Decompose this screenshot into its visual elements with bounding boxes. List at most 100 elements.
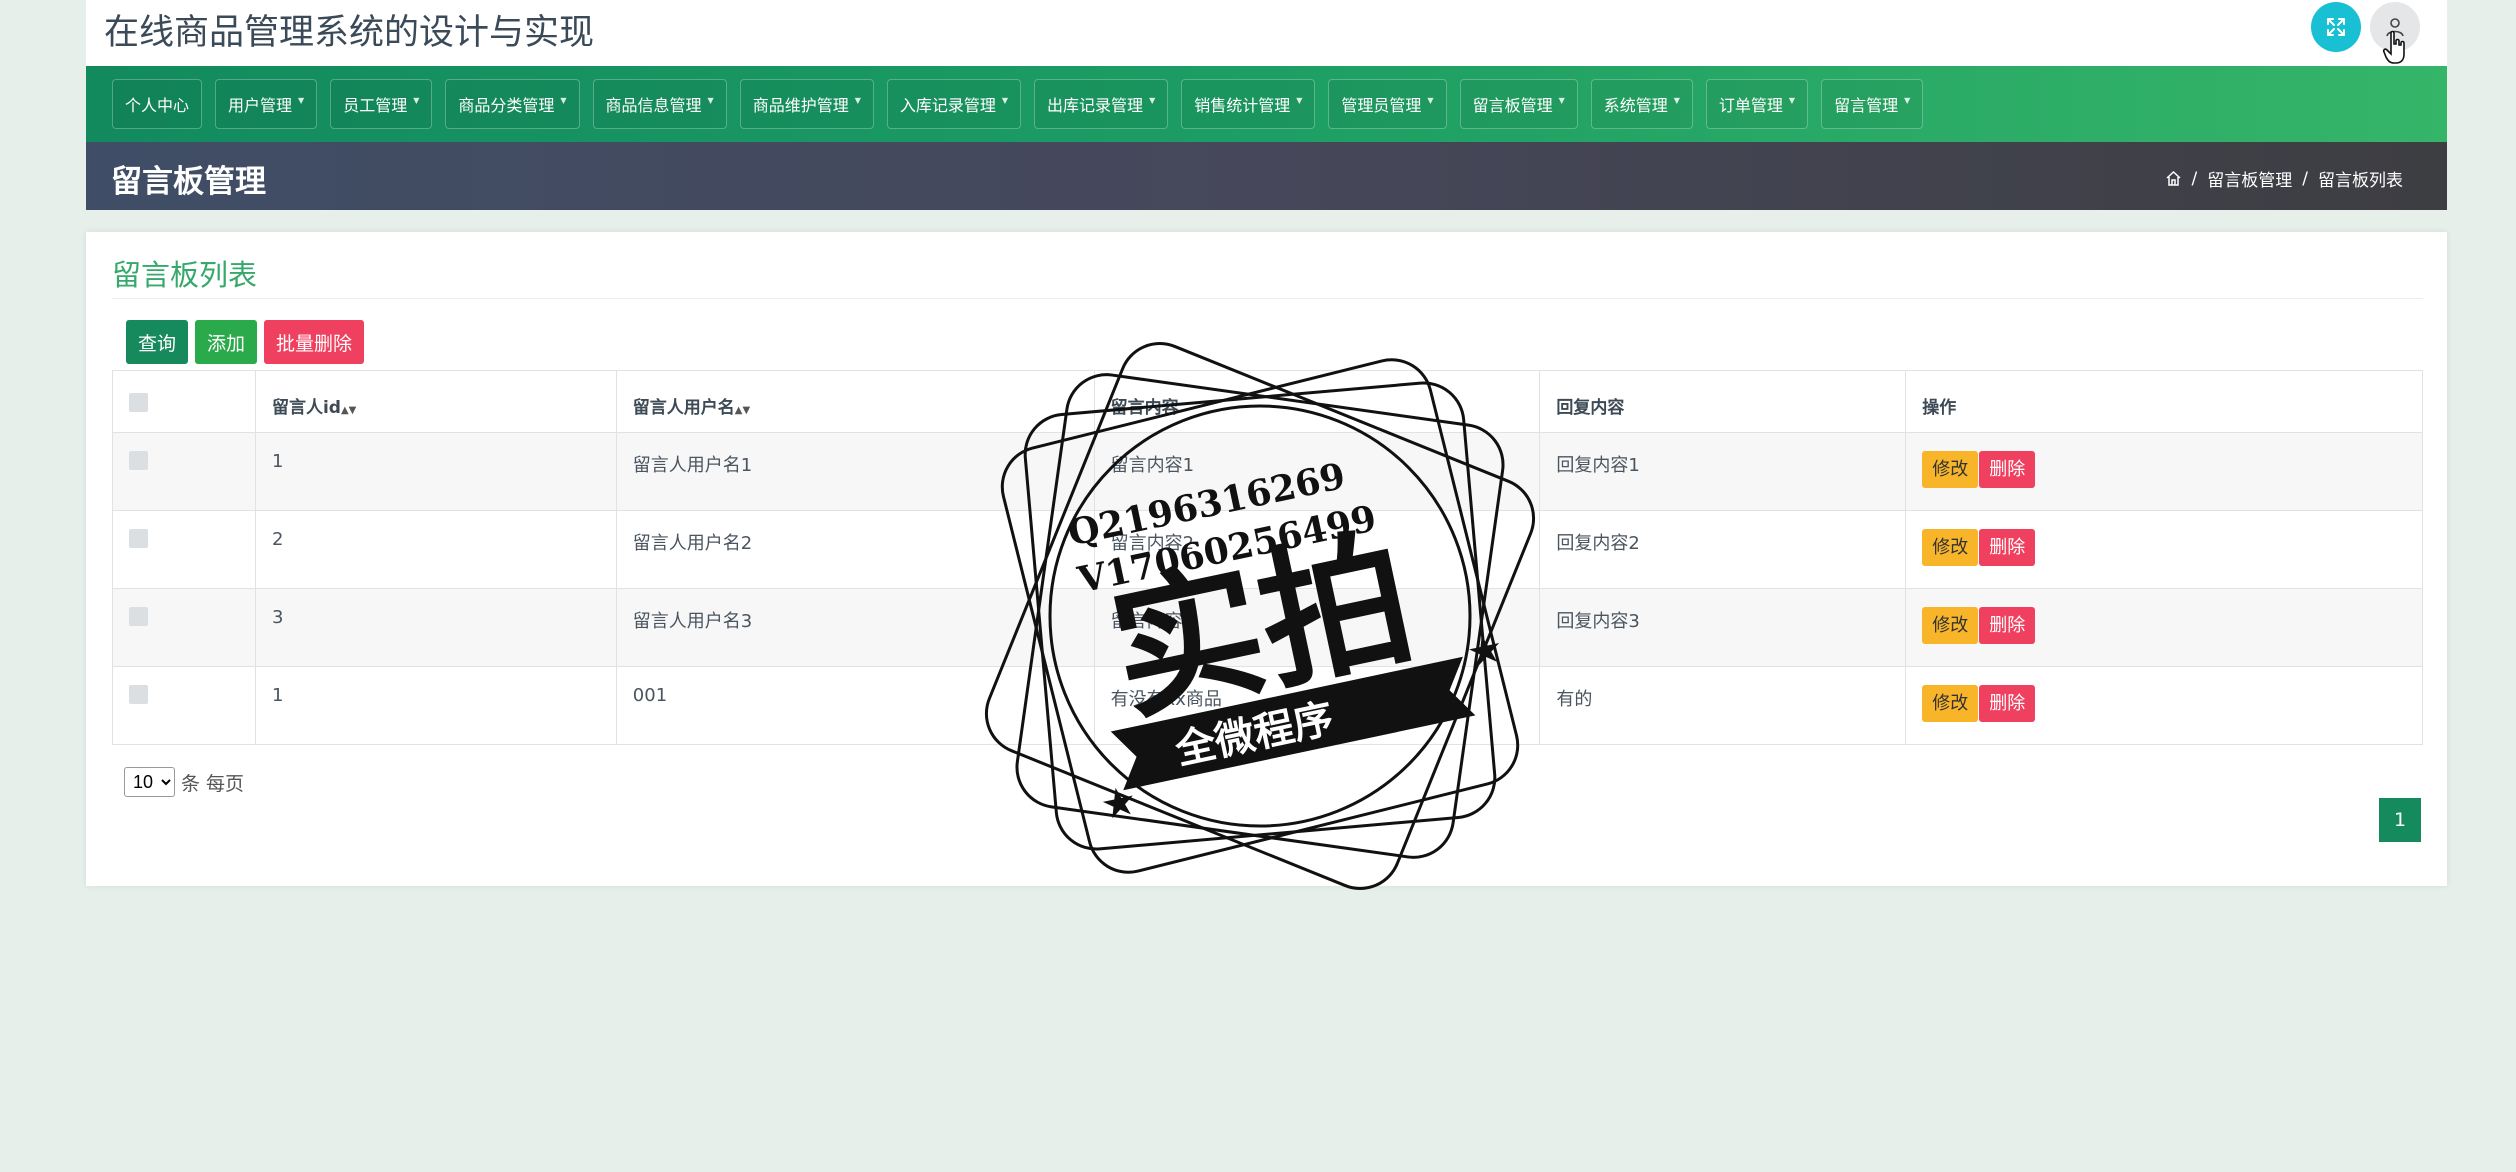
list-card: 留言板列表 查询 添加 批量删除 留言人id▲▼ 留言人用户名▲▼ 留言内容 回… [86,232,2447,886]
caret-down-icon: ▼ [854,95,861,105]
nav-item[interactable]: 员工管理 ▼ [330,79,433,129]
column-header-username[interactable]: 留言人用户名▲▼ [615,370,1095,433]
cell-content: 留言内容2 [1093,510,1541,589]
edit-button[interactable]: 修改 [1922,685,1979,722]
delete-button[interactable]: 删除 [1979,529,2036,566]
sort-icon: ▲▼ [734,405,751,416]
nav-item[interactable]: 留言管理 ▼ [1821,79,1924,129]
caret-down-icon: ▼ [298,95,305,105]
cell-content: 有没有xx商品 [1093,666,1541,745]
divider [112,298,2423,299]
sort-icon: ▲▼ [340,405,357,416]
delete-button[interactable]: 删除 [1979,685,2036,722]
row-checkbox[interactable] [129,451,148,470]
cell-actions: 修改 删除 [1905,588,2423,667]
cell-id: 1 [254,666,617,745]
nav-item[interactable]: 系统管理 ▼ [1590,79,1693,129]
cell-username: 留言人用户名3 [615,588,1095,667]
delete-button[interactable]: 删除 [1979,451,2036,488]
page-title: 留言板管理 [111,164,266,200]
query-button[interactable]: 查询 [126,320,189,364]
caret-down-icon: ▼ [707,95,714,105]
app-title: 在线商品管理系统的设计与实现 [104,13,595,53]
cell-actions: 修改 删除 [1905,510,2423,589]
app-frame: 在线商品管理系统的设计与实现 个人中心 用户管理 ▼ 员工管理 ▼ 商品分类管理 ▼ 商品信息… [86,0,2447,210]
cell-id: 3 [254,588,617,667]
select-all-checkbox[interactable] [129,393,148,412]
row-select-cell [112,666,256,745]
nav-item[interactable]: 管理员管理 ▼ [1328,79,1447,129]
per-page-label: 条 每页 [181,772,245,795]
nav-item[interactable]: 用户管理 ▼ [215,79,318,129]
hand-cursor-icon [2382,30,2405,64]
cell-username: 留言人用户名2 [615,510,1095,589]
add-button[interactable]: 添加 [195,320,258,364]
row-select-cell [112,432,256,511]
caret-down-icon: ▼ [560,95,567,105]
edit-button[interactable]: 修改 [1922,451,1979,488]
delete-button[interactable]: 删除 [1979,607,2036,644]
edit-button[interactable]: 修改 [1922,529,1979,566]
cell-username: 留言人用户名1 [615,432,1095,511]
breadcrumb-item-current: 留言板列表 [2318,171,2403,191]
home-icon[interactable] [2165,170,2182,187]
row-select-cell [112,588,256,667]
card-title: 留言板列表 [112,258,258,292]
breadcrumb-item-module[interactable]: 留言板管理 [2207,166,2292,191]
column-header-reply: 回复内容 [1539,370,1907,433]
caret-down-icon: ▼ [413,95,420,105]
nav-item[interactable]: 订单管理 ▼ [1705,79,1809,129]
caret-down-icon: ▼ [1296,95,1303,105]
row-checkbox[interactable] [129,529,148,548]
row-select-cell [112,510,256,589]
column-header-actions: 操作 [1905,370,2423,433]
top-bar: 在线商品管理系统的设计与实现 [86,0,2447,66]
cell-actions: 修改 删除 [1905,432,2423,511]
caret-down-icon: ▼ [1904,95,1911,105]
caret-down-icon: ▼ [1427,95,1434,105]
cell-id: 1 [254,432,617,511]
nav-item[interactable]: 出库记录管理 ▼ [1034,79,1169,129]
row-checkbox[interactable] [129,685,148,704]
nav-item[interactable]: 销售统计管理 ▼ [1181,79,1316,129]
cell-reply: 回复内容3 [1539,588,1907,667]
table-row: 1 001 有没有xx商品 有的 修改 删除 [112,666,2423,745]
fullscreen-button[interactable] [2311,2,2361,52]
table-header-row: 留言人id▲▼ 留言人用户名▲▼ 留言内容 回复内容 操作 [112,370,2423,433]
cell-username: 001 [615,666,1095,745]
breadcrumb: / 留言板管理 / 留言板列表 [2165,166,2403,191]
cell-content: 留言内容1 [1093,432,1541,511]
nav-item[interactable]: 个人中心 [112,79,203,129]
cell-reply: 有的 [1539,666,1907,745]
select-all-header [112,370,256,433]
main-nav: 个人中心 用户管理 ▼ 员工管理 ▼ 商品分类管理 ▼ 商品信息管理 ▼ 商品维护管理 ▼ 入库记录管… [86,66,2447,142]
cell-reply: 回复内容2 [1539,510,1907,589]
caret-down-icon: ▼ [1001,95,1009,105]
caret-down-icon: ▼ [1673,95,1680,105]
row-checkbox[interactable] [129,607,148,626]
page-button-current[interactable]: 1 [2379,798,2421,842]
cell-actions: 修改 删除 [1905,666,2423,745]
column-header-id[interactable]: 留言人id▲▼ [254,370,617,433]
cell-id: 2 [254,510,617,589]
cell-content: 留言内容3 [1093,588,1541,667]
page-size-control: 10 条 每页 [124,767,244,797]
caret-down-icon: ▼ [1788,95,1796,105]
nav-item[interactable]: 入库记录管理 ▼ [886,79,1022,129]
batch-delete-button[interactable]: 批量删除 [264,320,365,364]
nav-item[interactable]: 商品分类管理 ▼ [445,79,580,129]
page-size-select[interactable]: 10 [124,767,175,797]
toolbar: 查询 添加 批量删除 [126,320,365,364]
nav-item[interactable]: 留言板管理 ▼ [1459,79,1578,129]
cell-reply: 回复内容1 [1539,432,1907,511]
fullscreen-icon [2327,18,2345,36]
nav-item[interactable]: 商品信息管理 ▼ [592,79,727,129]
edit-button[interactable]: 修改 [1922,607,1979,644]
table-row: 1 留言人用户名1 留言内容1 回复内容1 修改 删除 [112,432,2423,511]
message-table: 留言人id▲▼ 留言人用户名▲▼ 留言内容 回复内容 操作 1 留言人用户名1 留言… [112,370,2423,745]
column-header-content: 留言内容 [1093,370,1541,433]
nav-item[interactable]: 商品维护管理 ▼ [739,79,874,129]
table-row: 3 留言人用户名3 留言内容3 回复内容3 修改 删除 [112,588,2423,667]
page-header: 留言板管理 / 留言板管理 / 留言板列表 [86,142,2447,210]
caret-down-icon: ▼ [1149,95,1156,105]
